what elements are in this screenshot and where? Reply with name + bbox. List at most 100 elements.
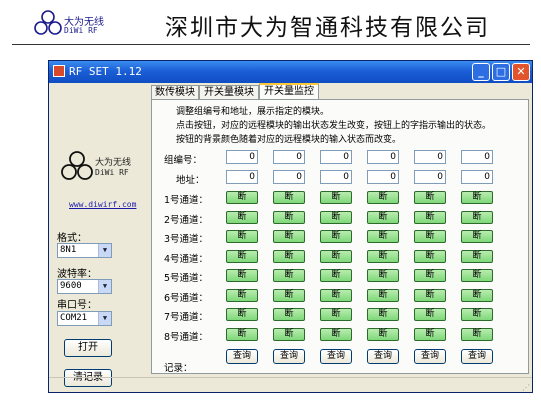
- minimize-button[interactable]: _: [472, 63, 490, 81]
- company-logo: 大为无线 DiWi RF: [34, 10, 126, 40]
- channel-toggle-button[interactable]: 断: [461, 191, 493, 204]
- channel-toggle-button[interactable]: 断: [320, 191, 352, 204]
- query-button[interactable]: 查询: [226, 349, 258, 364]
- close-button[interactable]: ✕: [512, 63, 530, 81]
- query-button[interactable]: 查询: [320, 349, 352, 364]
- logo-circles-icon: [61, 151, 93, 180]
- description-line: 点击按钮，对应的远程模块的输出状态发生改变，按钮上的字指示输出的状态。: [176, 121, 492, 131]
- app-icon[interactable]: [53, 65, 65, 77]
- group-number-input[interactable]: 0: [367, 150, 399, 164]
- format-select[interactable]: 8N1 ▼: [57, 243, 112, 258]
- status-bar: ⋰: [49, 377, 532, 393]
- window-title: RF SET 1.12: [69, 65, 142, 78]
- channel-toggle-button[interactable]: 断: [414, 230, 446, 243]
- channel-toggle-button[interactable]: 断: [273, 191, 305, 204]
- channel-toggle-button[interactable]: 断: [414, 210, 446, 224]
- group-number-input[interactable]: 0: [273, 150, 305, 164]
- open-button[interactable]: 打开: [64, 339, 112, 357]
- chevron-down-icon[interactable]: ▼: [98, 280, 111, 293]
- channel-toggle-button[interactable]: 断: [226, 191, 258, 204]
- group-label: 组编号：: [164, 155, 203, 166]
- channel-toggle-button[interactable]: 断: [226, 327, 258, 341]
- chevron-down-icon[interactable]: ▼: [98, 312, 111, 325]
- channel-toggle-button[interactable]: 断: [320, 327, 352, 341]
- channel-toggle-button[interactable]: 断: [273, 269, 305, 282]
- channel-toggle-button[interactable]: 断: [226, 269, 258, 282]
- channel-toggle-button[interactable]: 断: [414, 249, 446, 263]
- group-number-input[interactable]: 0: [414, 150, 446, 164]
- channel-toggle-button[interactable]: 断: [414, 327, 446, 341]
- maximize-button[interactable]: □: [492, 63, 510, 81]
- channel-toggle-button[interactable]: 断: [367, 210, 399, 224]
- description-line: 调整组编号和地址，展示指定的模块。: [176, 107, 330, 117]
- address-input[interactable]: 0: [367, 170, 399, 184]
- channel-toggle-button[interactable]: 断: [320, 308, 352, 321]
- channel-toggle-button[interactable]: 断: [273, 327, 305, 341]
- group-number-input[interactable]: 0: [461, 150, 493, 164]
- channel-toggle-button[interactable]: 断: [461, 288, 493, 302]
- channel-toggle-button[interactable]: 断: [367, 308, 399, 321]
- channel-toggle-button[interactable]: 断: [226, 230, 258, 243]
- address-input[interactable]: 0: [461, 170, 493, 184]
- channel-label: 6号通道：: [164, 292, 209, 304]
- channel-label: 8号通道：: [164, 331, 209, 343]
- channel-toggle-button[interactable]: 断: [320, 230, 352, 243]
- channel-toggle-button[interactable]: 断: [414, 288, 446, 302]
- group-number-input[interactable]: 0: [320, 150, 352, 164]
- channel-toggle-button[interactable]: 断: [367, 288, 399, 302]
- address-input[interactable]: 0: [414, 170, 446, 184]
- baud-select[interactable]: 9600 ▼: [57, 279, 112, 294]
- channel-toggle-button[interactable]: 断: [367, 230, 399, 243]
- channel-toggle-button[interactable]: 断: [226, 288, 258, 302]
- channel-toggle-button[interactable]: 断: [367, 269, 399, 282]
- query-button[interactable]: 查询: [273, 349, 305, 364]
- channel-toggle-button[interactable]: 断: [320, 269, 352, 282]
- port-value: COM21: [60, 313, 88, 323]
- tab-switch-module[interactable]: 开关量模块: [199, 85, 259, 99]
- monitor-panel: 调整组编号和地址，展示指定的模块。 点击按钮，对应的远程模块的输出状态发生改变，…: [151, 99, 529, 374]
- query-button[interactable]: 查询: [367, 349, 399, 364]
- channel-toggle-button[interactable]: 断: [273, 308, 305, 321]
- resize-grip-icon[interactable]: ⋰: [522, 383, 530, 392]
- channel-toggle-button[interactable]: 断: [461, 269, 493, 282]
- port-select[interactable]: COM21 ▼: [57, 311, 112, 326]
- channel-toggle-button[interactable]: 断: [226, 308, 258, 321]
- channel-toggle-button[interactable]: 断: [414, 269, 446, 282]
- record-label: 记录：: [164, 363, 193, 374]
- channel-toggle-button[interactable]: 断: [273, 230, 305, 243]
- chevron-down-icon[interactable]: ▼: [98, 244, 111, 257]
- channel-toggle-button[interactable]: 断: [367, 249, 399, 263]
- title-bar[interactable]: RF SET 1.12 _ □ ✕: [49, 61, 532, 83]
- channel-toggle-button[interactable]: 断: [461, 210, 493, 224]
- channel-toggle-button[interactable]: 断: [320, 210, 352, 224]
- address-input[interactable]: 0: [273, 170, 305, 184]
- channel-toggle-button[interactable]: 断: [367, 327, 399, 341]
- channel-label: 7号通道：: [164, 312, 209, 323]
- header-divider: [12, 44, 530, 45]
- channel-toggle-button[interactable]: 断: [273, 249, 305, 263]
- address-input[interactable]: 0: [226, 170, 258, 184]
- channel-toggle-button[interactable]: 断: [414, 308, 446, 321]
- tab-data-module[interactable]: 数传模块: [151, 85, 199, 99]
- channel-toggle-button[interactable]: 断: [367, 191, 399, 204]
- channel-toggle-button[interactable]: 断: [461, 327, 493, 341]
- query-button[interactable]: 查询: [414, 349, 446, 364]
- channel-toggle-button[interactable]: 断: [461, 308, 493, 321]
- website-link[interactable]: www.diwirf.com: [69, 200, 136, 209]
- query-button[interactable]: 查询: [461, 349, 493, 364]
- channel-toggle-button[interactable]: 断: [461, 249, 493, 263]
- channel-toggle-button[interactable]: 断: [414, 191, 446, 204]
- address-input[interactable]: 0: [320, 170, 352, 184]
- tab-switch-monitor[interactable]: 开关量监控: [259, 83, 319, 100]
- channel-toggle-button[interactable]: 断: [273, 210, 305, 224]
- channel-toggle-button[interactable]: 断: [226, 249, 258, 263]
- port-label: 串口号：: [57, 300, 97, 311]
- company-name: 深圳市大为智通科技有限公司: [165, 15, 490, 41]
- channel-toggle-button[interactable]: 断: [226, 210, 258, 224]
- channel-toggle-button[interactable]: 断: [461, 230, 493, 243]
- group-number-input[interactable]: 0: [226, 150, 258, 164]
- channel-toggle-button[interactable]: 断: [320, 249, 352, 263]
- channel-toggle-button[interactable]: 断: [320, 288, 352, 302]
- logo-en-text: DiWi RF: [64, 26, 98, 35]
- channel-toggle-button[interactable]: 断: [273, 288, 305, 302]
